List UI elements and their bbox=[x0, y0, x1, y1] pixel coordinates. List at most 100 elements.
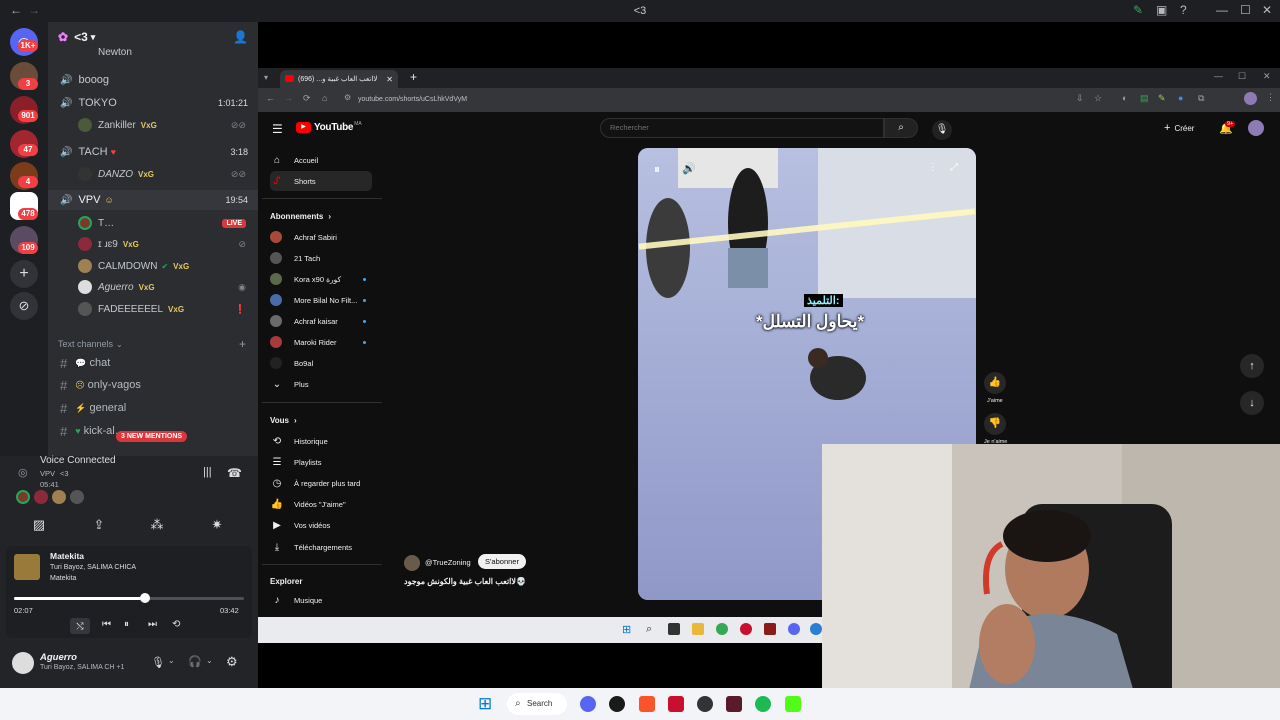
app-icon[interactable] bbox=[726, 696, 742, 712]
chevron-down-icon[interactable]: ⌄ bbox=[168, 656, 175, 665]
nav-your-videos[interactable]: ▶ Vos vidéos bbox=[270, 515, 372, 535]
signal-icon[interactable]: ◎ bbox=[18, 466, 28, 479]
hamburger-menu-icon[interactable]: ☰ bbox=[272, 122, 283, 136]
create-button[interactable]: + Créer bbox=[1164, 122, 1194, 134]
extension-icon[interactable]: ✎ bbox=[1158, 93, 1166, 104]
search-button[interactable]: ⌕ bbox=[884, 118, 918, 138]
channel-handle[interactable]: @TrueZoning bbox=[425, 558, 471, 567]
minimize-icon[interactable]: — bbox=[1214, 71, 1223, 81]
microphone-icon[interactable]: 🎙 bbox=[151, 656, 165, 669]
nav-music[interactable]: ♪ Musique bbox=[270, 590, 372, 610]
fullscreen-icon[interactable]: ⤢ bbox=[950, 162, 958, 173]
progress-knob[interactable] bbox=[140, 593, 151, 603]
discord-icon[interactable] bbox=[580, 696, 596, 712]
repeat-icon[interactable]: ⟲ bbox=[172, 619, 180, 630]
spotify-icon[interactable] bbox=[755, 696, 771, 712]
subscription-item[interactable]: Bo9al bbox=[270, 353, 372, 373]
brave-icon[interactable] bbox=[639, 696, 655, 712]
subscription-item[interactable]: Achraf kaisar bbox=[270, 311, 372, 331]
chrome-icon[interactable] bbox=[716, 623, 728, 635]
search-icon[interactable]: ⌕ bbox=[646, 623, 652, 636]
next-icon[interactable]: ⏭ bbox=[148, 619, 157, 630]
extensions-puzzle-icon[interactable]: ⧉ bbox=[1198, 93, 1204, 104]
subscriptions-header[interactable]: Abonnements › bbox=[270, 206, 372, 226]
url-field[interactable]: youtube.com/shorts/uCsLhkVdVyM bbox=[358, 93, 1058, 107]
like-button[interactable]: 👍 bbox=[984, 372, 1006, 394]
file-explorer-icon[interactable] bbox=[692, 623, 704, 635]
voice-user-row[interactable]: CALMDOWN ✔ VxG bbox=[48, 256, 258, 276]
nav-history[interactable]: ⟲ Historique bbox=[270, 431, 372, 451]
app-icon[interactable] bbox=[668, 696, 684, 712]
new-mentions-badge[interactable]: 3 NEW MENTIONS bbox=[116, 431, 188, 442]
taskbar-search[interactable]: ⌕ Search bbox=[507, 693, 567, 715]
shuffle-icon[interactable]: ⤭ bbox=[70, 618, 90, 634]
previous-short-button[interactable]: ↑ bbox=[1240, 354, 1264, 378]
text-channel-chat[interactable]: # 💬 chat bbox=[48, 353, 258, 373]
more-menu-icon[interactable]: ⋮ bbox=[1266, 92, 1275, 103]
app-icon[interactable] bbox=[764, 623, 776, 635]
voice-channel-tach[interactable]: 🔊 TACH ♥ 3:18 bbox=[48, 142, 258, 162]
subscription-item[interactable]: Kora x90 كورة bbox=[270, 269, 372, 289]
subscription-item[interactable]: Maroki Rider bbox=[270, 332, 372, 352]
voice-user-row[interactable]: DANZO VxG ⊘⊘ bbox=[48, 164, 258, 184]
nav-liked-videos[interactable]: 👍 Vidéos "J'aime" bbox=[270, 494, 372, 514]
track-title[interactable]: Matekita bbox=[50, 551, 84, 561]
next-short-button[interactable]: ↓ bbox=[1240, 391, 1264, 415]
voice-user-row[interactable]: FADEEEEEEL VxG ❗ bbox=[48, 299, 258, 319]
reload-icon[interactable]: ⟳ bbox=[303, 93, 311, 104]
voice-user-row[interactable]: T… LIVE bbox=[48, 213, 258, 233]
chevron-down-icon[interactable]: ⌄ bbox=[206, 656, 213, 665]
extension-icon[interactable]: ● bbox=[1178, 93, 1183, 103]
nav-watch-later[interactable]: ◷ À regarder plus tard bbox=[270, 473, 372, 493]
maximize-icon[interactable]: ☐ bbox=[1240, 3, 1251, 17]
noise-suppression-icon[interactable]: ||| bbox=[203, 466, 212, 478]
profile-avatar[interactable] bbox=[1244, 92, 1257, 105]
voice-channel-label[interactable]: VPV bbox=[40, 469, 55, 478]
subscribe-button[interactable]: S'abonner bbox=[478, 554, 526, 569]
volume-icon[interactable]: 🔊 bbox=[682, 162, 696, 175]
help-icon[interactable]: ? bbox=[1180, 3, 1187, 17]
disconnect-icon[interactable]: ☎ bbox=[227, 466, 242, 480]
nav-home[interactable]: ⌂ Accueil bbox=[270, 150, 372, 170]
soundboard-button[interactable]: ✷ bbox=[200, 514, 234, 536]
channel-avatar[interactable] bbox=[404, 555, 420, 571]
pause-icon[interactable]: ⏸ bbox=[654, 162, 660, 177]
voice-channel-vpv[interactable]: 🔊 VPV ☺ 19:54 bbox=[48, 190, 258, 210]
minimize-icon[interactable]: — bbox=[1216, 3, 1228, 17]
nav-downloads[interactable]: ⤓ Téléchargements bbox=[270, 537, 372, 557]
forward-arrow-icon[interactable]: → bbox=[284, 93, 293, 103]
new-tab-button[interactable]: + bbox=[410, 70, 417, 84]
text-channels-header[interactable]: Text channels ⌄ + bbox=[48, 334, 258, 354]
you-header[interactable]: Vous › bbox=[270, 410, 372, 430]
user-name[interactable]: Aguerro bbox=[40, 652, 77, 663]
search-input[interactable]: Rechercher bbox=[600, 118, 884, 138]
nav-playlists[interactable]: ☰ Playlists bbox=[270, 452, 372, 472]
browser-tab-youtube[interactable]: لااتعب العاب غبية و... (696) ✕ bbox=[280, 70, 398, 88]
youtube-logo[interactable]: ▶ YouTube MA bbox=[296, 121, 362, 133]
inbox-icon[interactable]: ▣ bbox=[1156, 3, 1167, 17]
close-icon[interactable]: ✕ bbox=[1263, 71, 1271, 82]
back-arrow-icon[interactable]: ← bbox=[266, 93, 275, 103]
task-view-icon[interactable] bbox=[668, 623, 680, 635]
close-icon[interactable]: ✕ bbox=[1262, 3, 1272, 17]
discord-icon[interactable] bbox=[788, 623, 800, 635]
app-icon[interactable] bbox=[740, 623, 752, 635]
extension-icon[interactable]: ▤ bbox=[1140, 93, 1149, 104]
headphones-icon[interactable]: 🎧 bbox=[188, 655, 202, 668]
install-icon[interactable]: ⇩ bbox=[1076, 93, 1084, 104]
tab-menu-icon[interactable]: ▾ bbox=[264, 73, 268, 82]
app-icon[interactable] bbox=[810, 623, 822, 635]
subscription-item[interactable]: Achraf Sabiri bbox=[270, 227, 372, 247]
progress-bar[interactable] bbox=[14, 597, 244, 600]
subscription-item[interactable]: More Bilal No Filt... bbox=[270, 290, 372, 310]
invite-icon[interactable]: 👤 bbox=[233, 30, 248, 44]
more-options-icon[interactable]: ⋮ bbox=[928, 162, 938, 173]
dislike-button[interactable]: 👎 bbox=[984, 413, 1006, 435]
voice-channel-tokyo[interactable]: 🔊 TOKYO 1:01:21 bbox=[48, 93, 258, 113]
home-icon[interactable]: ⌂ bbox=[322, 93, 327, 103]
subscription-item[interactable]: 21 Tach bbox=[270, 248, 372, 268]
voice-user-row[interactable]: ɪ ɹɛ9 VxG ⊘ bbox=[48, 234, 258, 254]
activities-button[interactable]: ⁂ bbox=[140, 514, 174, 536]
site-info-icon[interactable]: ⚙ bbox=[344, 93, 351, 102]
bookmark-star-icon[interactable]: ☆ bbox=[1094, 93, 1102, 104]
